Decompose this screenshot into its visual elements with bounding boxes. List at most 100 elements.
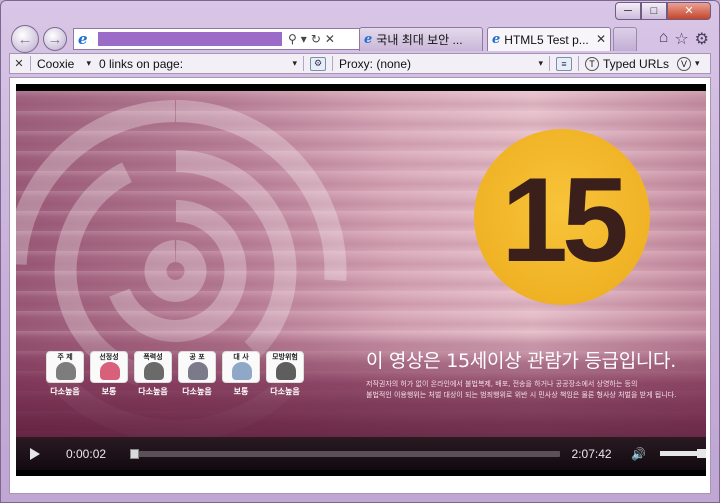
descriptor-title: 주 제 xyxy=(57,353,73,361)
toolbar-divider xyxy=(30,56,31,71)
toolbar-divider xyxy=(332,56,333,71)
video-frame[interactable]: 15 주 제 다소높음 선정성 보통 폭력성 다소높음 공 포 다소높음 대 사… xyxy=(16,91,706,437)
descriptor-violence: 폭력성 다소높음 xyxy=(134,351,172,397)
current-time: 0:00:02 xyxy=(66,446,107,461)
descriptor-level: 보통 xyxy=(101,387,117,396)
descriptor-language: 대 사 보통 xyxy=(222,351,260,397)
volume-icon[interactable]: 🔊 xyxy=(631,447,646,461)
chevron-down-icon: ▾ xyxy=(538,58,543,68)
close-tab-icon[interactable]: ✕ xyxy=(596,32,606,46)
typed-urls-label: Typed URLs xyxy=(603,56,670,71)
tab-label: 국내 최대 보안 ... xyxy=(376,33,463,47)
ie-page-icon: e xyxy=(492,32,501,47)
window-controls: ─ □ ✕ xyxy=(615,2,711,20)
back-button[interactable]: ← xyxy=(11,25,39,53)
age-rating-number: 15 xyxy=(501,153,629,287)
new-tab-button[interactable] xyxy=(613,27,637,51)
browser-command-icons: ⌂ ☆ ⚙ xyxy=(659,29,709,49)
address-input[interactable] xyxy=(98,32,282,46)
chevron-down-icon: ▾ xyxy=(695,58,700,68)
tab-label: HTML5 Test p... xyxy=(504,32,589,47)
extra-toolbar-button[interactable]: V ▾ xyxy=(673,54,704,73)
toolbar-divider xyxy=(303,56,304,71)
figure-icon xyxy=(100,362,120,380)
descriptor-level: 보통 xyxy=(233,387,249,396)
links-label: 0 links on page: xyxy=(99,56,184,71)
volume-handle[interactable] xyxy=(697,449,707,458)
descriptor-level: 다소높음 xyxy=(50,387,80,396)
document-icon: ≡ xyxy=(556,56,572,71)
descriptor-title: 대 사 xyxy=(233,353,249,361)
address-bar[interactable]: e ⚲ ▾ ↻ ✕ xyxy=(73,28,361,50)
maximize-button[interactable]: □ xyxy=(641,2,667,20)
ie-page-icon: e xyxy=(78,30,88,48)
close-window-button[interactable]: ✕ xyxy=(667,2,711,20)
address-tools: ⚲ ▾ ↻ ✕ xyxy=(288,32,335,46)
figure-icon xyxy=(232,362,252,380)
typed-urls-button[interactable]: T Typed URLs xyxy=(581,54,673,73)
tab-security[interactable]: e 국내 최대 보안 ... xyxy=(359,27,483,51)
minimize-button[interactable]: ─ xyxy=(615,2,641,20)
navigation-bar: ← → e ⚲ ▾ ↻ ✕ e 국내 최대 보안 ... e HTML5 Tes… xyxy=(7,25,713,53)
ie-page-icon: e xyxy=(364,32,373,47)
typed-urls-icon: T xyxy=(585,56,599,71)
rating-notice: 이 영상은 15세이상 관람가 등급입니다. xyxy=(366,350,676,372)
figure-icon xyxy=(144,362,164,380)
seek-bar[interactable] xyxy=(129,448,560,459)
proxy-settings-icon: ⚙ xyxy=(310,56,326,71)
home-icon[interactable]: ⌂ xyxy=(659,29,669,49)
copyright-notice: 저작권자의 허가 없이 온라인에서 불법복제, 배포, 전송을 하거나 공공장소… xyxy=(366,379,686,401)
descriptor-theme-icon: 주 제 xyxy=(46,351,84,383)
descriptor-title: 공 포 xyxy=(189,353,205,361)
cookie-label: Cooxie xyxy=(37,56,75,71)
seek-handle[interactable] xyxy=(129,448,139,459)
page-content: 15 주 제 다소높음 선정성 보통 폭력성 다소높음 공 포 다소높음 대 사… xyxy=(9,77,711,494)
toolbar-divider xyxy=(578,56,579,71)
volume-slider[interactable] xyxy=(660,449,707,458)
gear-icon[interactable]: ⚙ xyxy=(695,29,709,49)
forward-arrow-icon: → xyxy=(47,30,63,48)
descriptor-imitation: 모방위험 다소높음 xyxy=(266,351,304,397)
total-duration: 2:07:42 xyxy=(571,446,612,461)
favorites-star-icon[interactable]: ☆ xyxy=(674,29,688,49)
chevron-down-icon: ▾ xyxy=(292,58,297,68)
descriptor-violence-icon: 폭력성 xyxy=(134,351,172,383)
play-icon[interactable] xyxy=(30,447,40,460)
forward-button[interactable]: → xyxy=(43,27,67,51)
figure-icon xyxy=(188,362,208,380)
descriptor-sexuality-icon: 선정성 xyxy=(90,351,128,383)
chevron-down-icon: ▾ xyxy=(86,58,91,68)
proxy-settings-button[interactable]: ⚙ xyxy=(306,54,330,73)
player-bottom-edge xyxy=(16,470,706,476)
tab-html5-test[interactable]: e HTML5 Test p... ✕ xyxy=(487,27,611,51)
descriptor-fear: 공 포 다소높음 xyxy=(178,351,216,397)
v-icon: V xyxy=(677,56,692,71)
descriptor-title: 폭력성 xyxy=(143,353,163,361)
back-arrow-icon: ← xyxy=(17,30,33,48)
links-dropdown[interactable]: 0 links on page: ▾ xyxy=(95,54,301,73)
descriptor-fear-icon: 공 포 xyxy=(178,351,216,383)
player-controls: 0:00:02 2:07:42 🔊 xyxy=(16,437,707,470)
descriptor-level: 다소높음 xyxy=(138,387,168,396)
video-player[interactable]: 15 주 제 다소높음 선정성 보통 폭력성 다소높음 공 포 다소높음 대 사… xyxy=(16,84,707,476)
proxy-dropdown[interactable]: Proxy: (none) ▾ xyxy=(335,54,547,73)
figure-icon xyxy=(56,362,76,380)
cookie-dropdown[interactable]: Cooxie ▾ xyxy=(33,54,95,73)
toolbar-close-button[interactable]: ✕ xyxy=(10,54,28,73)
refresh-icon[interactable]: ↻ xyxy=(311,32,321,46)
descriptor-language-icon: 대 사 xyxy=(222,351,260,383)
copyright-line: 불법적인 이용행위는 처벌 대상이 되는 범죄행위로 위반 시 민사상 책임은 … xyxy=(366,391,677,399)
chevron-down-icon[interactable]: ▾ xyxy=(301,32,307,46)
descriptor-sexuality: 선정성 보통 xyxy=(90,351,128,397)
descriptor-title: 모방위험 xyxy=(272,353,298,361)
descriptor-imitation-icon: 모방위험 xyxy=(266,351,304,383)
age-rating-badge: 15 xyxy=(474,129,650,305)
search-icon[interactable]: ⚲ xyxy=(288,32,297,46)
content-descriptor-icons: 주 제 다소높음 선정성 보통 폭력성 다소높음 공 포 다소높음 대 사 보통… xyxy=(46,351,304,397)
descriptor-title: 선정성 xyxy=(99,353,119,361)
browser-window: ─ □ ✕ ← → e ⚲ ▾ ↻ ✕ e 국내 최대 보안 ... e HTM xyxy=(0,0,720,503)
document-button[interactable]: ≡ xyxy=(552,54,576,73)
descriptor-level: 다소높음 xyxy=(182,387,212,396)
stop-icon[interactable]: ✕ xyxy=(325,32,335,46)
figure-icon xyxy=(276,362,296,380)
